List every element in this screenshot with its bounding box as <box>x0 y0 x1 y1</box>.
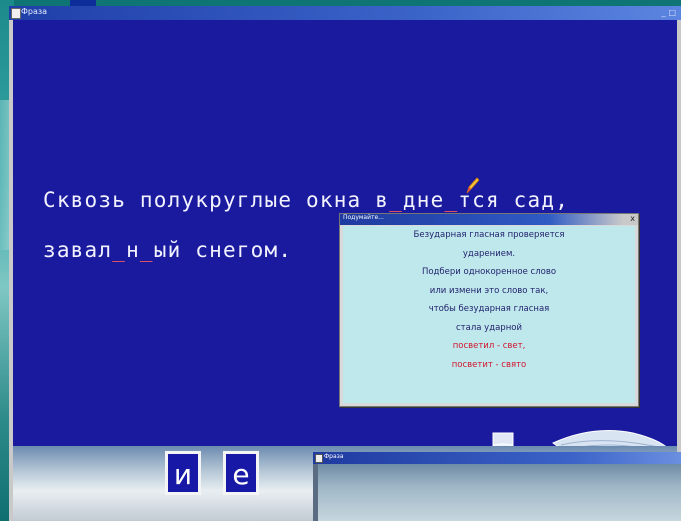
sentence-text: дне <box>402 188 445 212</box>
pencil-cursor-icon <box>466 177 479 194</box>
second-window-title-bar[interactable]: Фраза <box>313 452 681 464</box>
sentence-text: н <box>126 238 140 262</box>
second-window: Фраза <box>313 452 681 521</box>
sentence-text: завал <box>43 238 113 262</box>
letter-gap[interactable]: _ <box>112 238 126 262</box>
app-icon[interactable] <box>11 8 21 19</box>
hint-line: или измени это слово так, <box>429 285 549 296</box>
maximize-button[interactable]: □ <box>668 8 677 17</box>
sentence-text: Сквозь полукруглые окна в <box>43 188 390 212</box>
second-window-body <box>318 464 681 521</box>
second-window-title: Фраза <box>324 453 344 460</box>
hint-dialog: Подумайте... x Безударная гласная провер… <box>339 213 639 407</box>
letter-gap[interactable]: _ <box>444 188 458 212</box>
title-bar[interactable]: Фраза _ □ <box>9 6 681 20</box>
hint-body: Безударная гласная проверяется ударением… <box>343 226 635 403</box>
window-title: Фраза <box>21 7 48 16</box>
hint-line: Подбери однокоренное слово <box>421 267 557 277</box>
sentence-text: ый снегом. <box>153 238 293 262</box>
hint-example: посветил - свет, <box>452 341 526 351</box>
sentence-line-2: завал_н_ый снегом. <box>43 238 292 262</box>
hint-line: чтобы безударная гласная <box>428 304 550 314</box>
minimize-button[interactable]: _ <box>661 8 666 17</box>
hint-title-bar[interactable]: Подумайте... x <box>340 214 638 225</box>
hint-line: ударением. <box>462 248 516 259</box>
letter-tile-i[interactable]: и <box>165 451 201 495</box>
letter-gap[interactable]: _ <box>140 238 154 262</box>
close-icon[interactable]: x <box>630 214 635 223</box>
window-controls: _ □ <box>659 8 677 18</box>
hint-line: стала ударной <box>456 322 522 333</box>
app-icon[interactable] <box>315 454 323 463</box>
sentence-line-1: Сквозь полукруглые окна в_дне_тся сад, <box>43 188 569 212</box>
hint-line: Безударная гласная проверяется <box>413 230 565 240</box>
letter-tile-e[interactable]: е <box>223 451 259 495</box>
hint-example: посветит - свято <box>451 359 527 370</box>
hint-title: Подумайте... <box>343 214 384 221</box>
letter-gap[interactable]: _ <box>389 188 403 212</box>
